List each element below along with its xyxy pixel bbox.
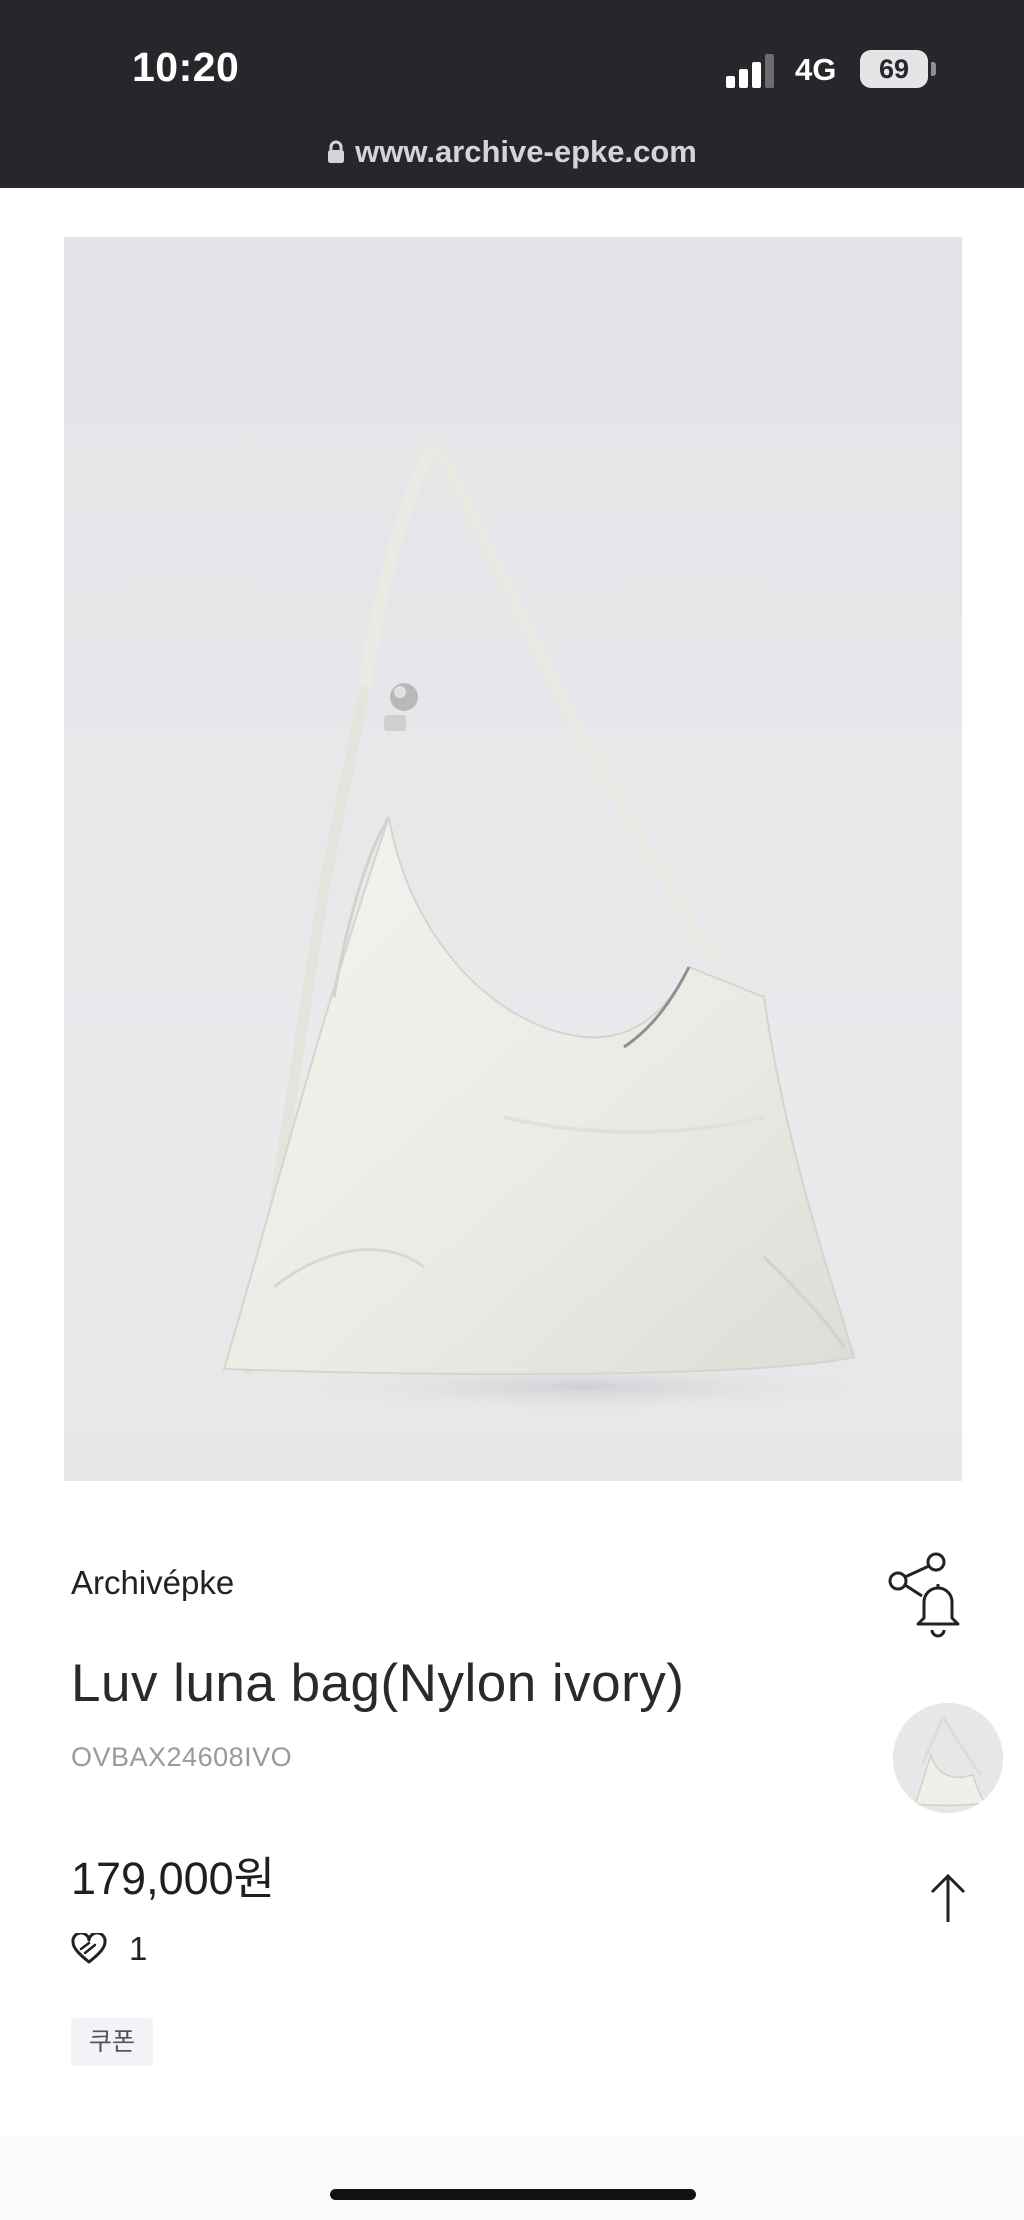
home-indicator[interactable] xyxy=(330,2189,696,2200)
battery-level: 69 xyxy=(860,50,928,88)
bag-photo xyxy=(64,237,962,1481)
bottom-toolbar-area xyxy=(0,2136,1024,2220)
url-text: www.archive-epke.com xyxy=(355,133,697,169)
network-type: 4G xyxy=(795,52,837,87)
share-bell-icon[interactable] xyxy=(880,1550,980,1650)
product-sku: OVBAX24608IVO xyxy=(71,1742,293,1772)
heart-icon xyxy=(71,1933,107,1964)
battery-cap xyxy=(931,62,936,76)
coupon-badge[interactable]: 쿠폰 xyxy=(71,2018,153,2066)
status-time: 10:20 xyxy=(132,44,240,90)
arrow-up-icon[interactable] xyxy=(924,1872,972,1926)
lock-icon xyxy=(328,140,345,163)
product-image[interactable] xyxy=(64,237,962,1481)
address-bar[interactable]: www.archive-epke.com xyxy=(0,132,1024,178)
cellular-signal-icon xyxy=(726,54,774,88)
like-button[interactable]: 1 xyxy=(71,1929,147,1969)
like-count: 1 xyxy=(129,1930,148,1967)
product-thumbnail[interactable] xyxy=(893,1703,1003,1813)
product-title: Luv luna bag(Nylon ivory) xyxy=(71,1654,685,1713)
brand-name[interactable]: Archivépke xyxy=(71,1564,234,1602)
thumbnail-bag-icon xyxy=(893,1703,1003,1813)
product-price: 179,000원 xyxy=(71,1853,276,1904)
